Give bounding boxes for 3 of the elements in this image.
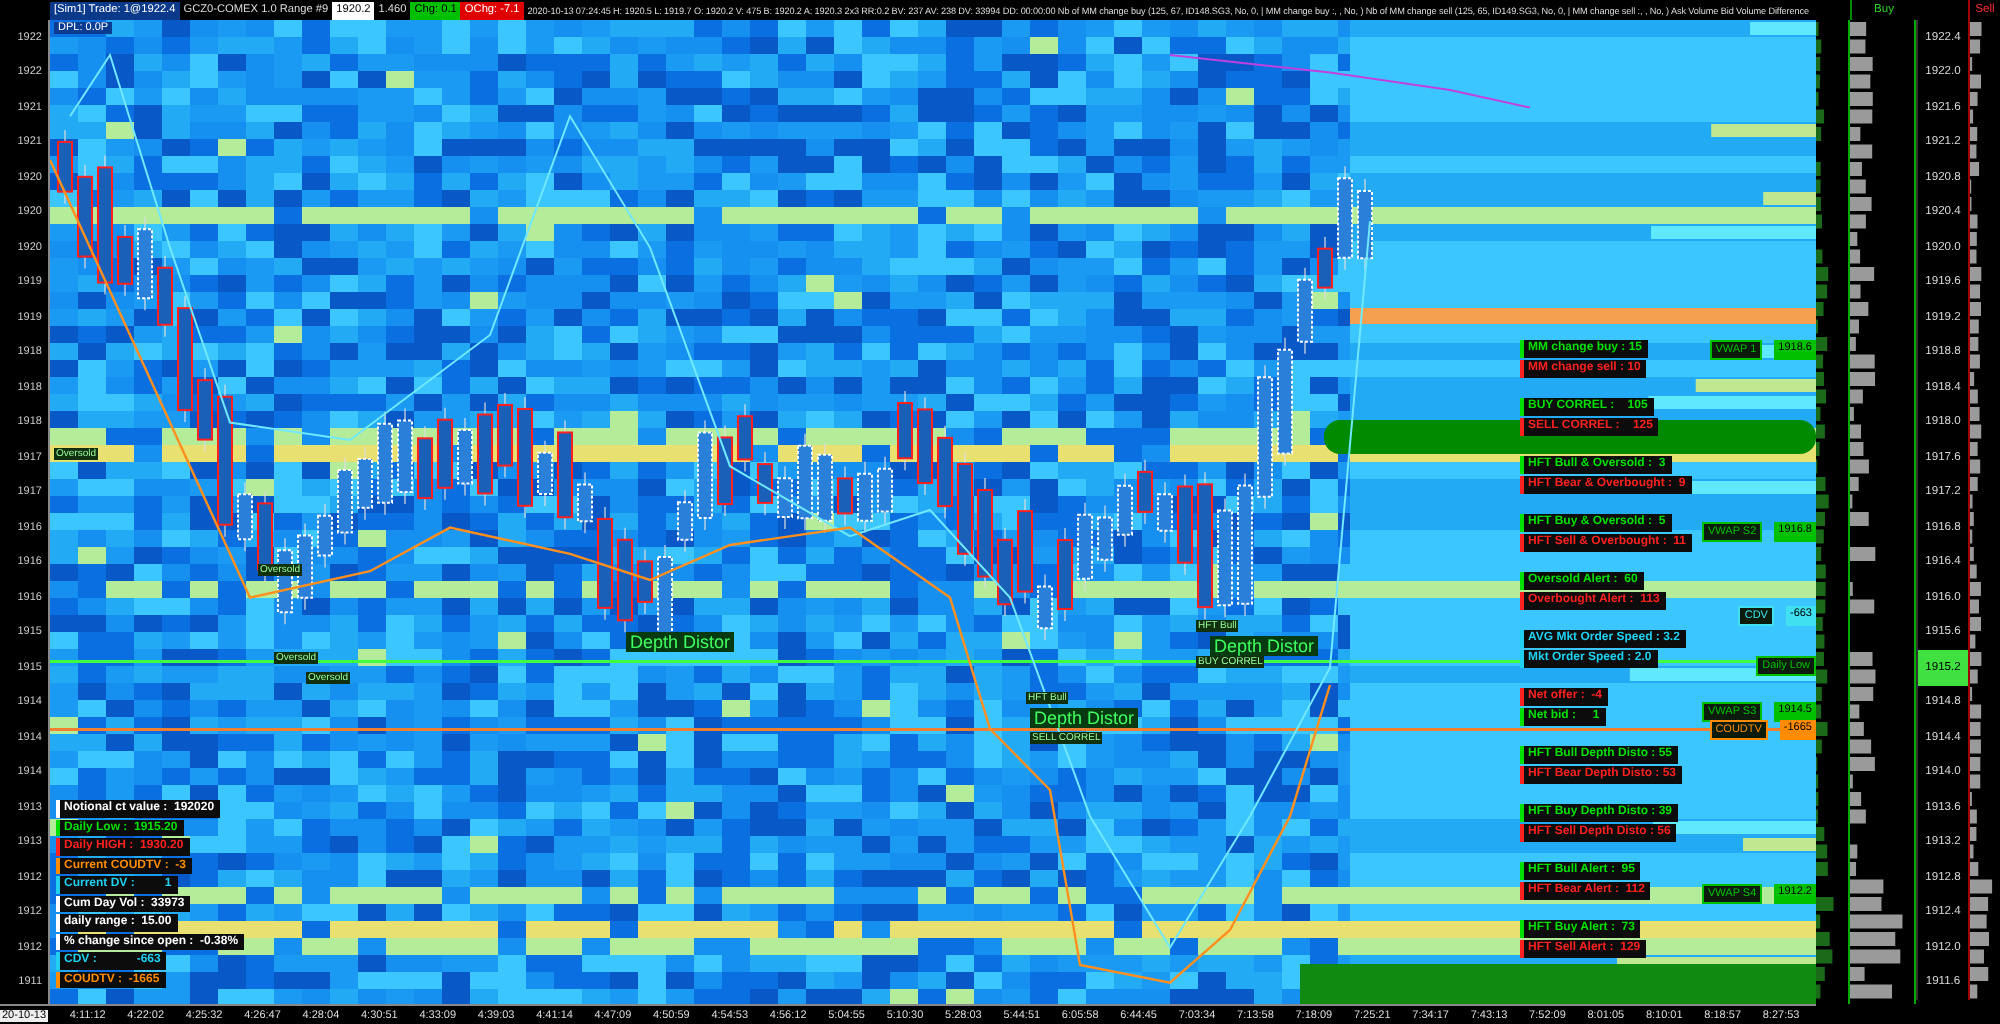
- chart-annotation: Depth Distor: [626, 632, 735, 652]
- chart-annotation: Depth Distor: [1030, 708, 1139, 728]
- chart-annotation: Depth Distor: [1210, 636, 1319, 656]
